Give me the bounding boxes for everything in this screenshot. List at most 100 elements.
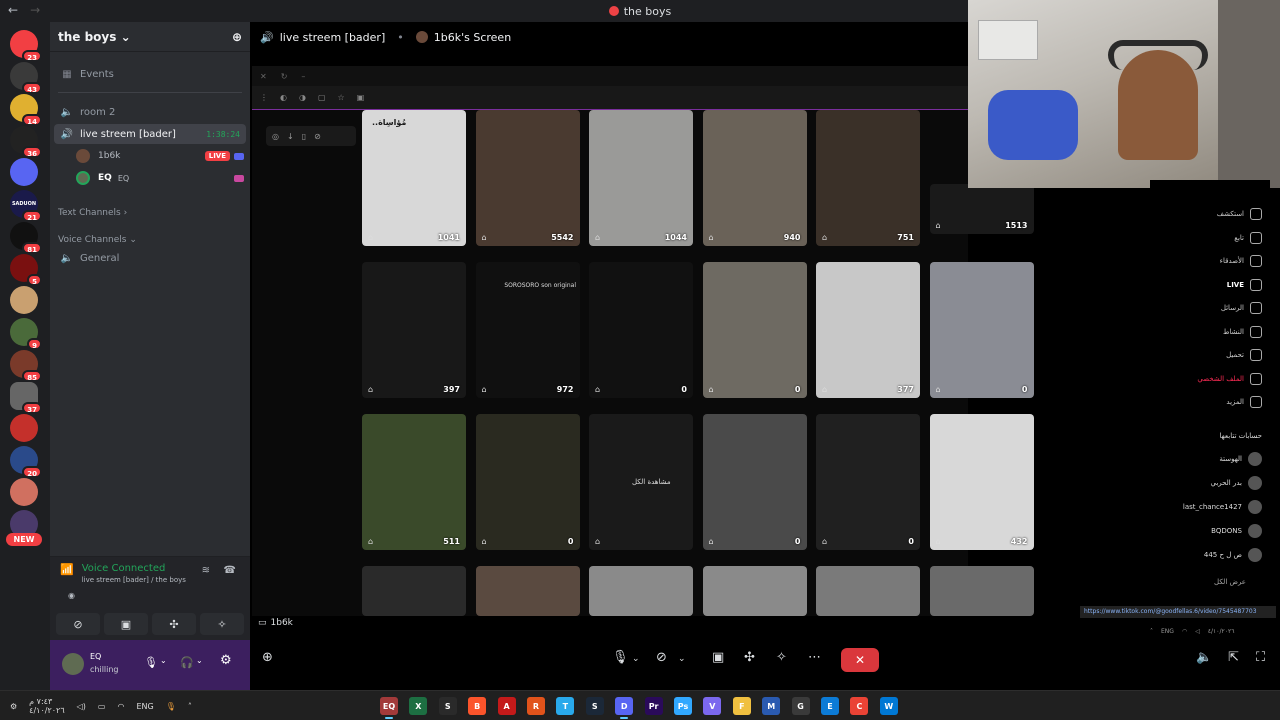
video-tile[interactable]: ⌂ 0 — [475, 414, 580, 550]
activities-button[interactable]: ✣ — [152, 613, 196, 635]
taskbar-app-icon[interactable]: EQ — [380, 697, 398, 719]
server-icon[interactable] — [10, 414, 38, 442]
taskbar-app-icon[interactable]: M — [762, 697, 781, 715]
server-icon[interactable]: 14 — [10, 94, 42, 126]
taskbar-app-icon[interactable]: G — [791, 697, 810, 715]
tiktok-nav-item[interactable]: استكشف — [1217, 208, 1262, 220]
category-text-channels[interactable]: Text Channels › — [58, 208, 127, 218]
mic-icon[interactable]: 🎙 — [612, 650, 629, 665]
soundboard-button[interactable]: ✧ — [200, 613, 244, 635]
video-tile[interactable]: ⌂ 1044 — [589, 110, 693, 246]
username[interactable]: EQ — [90, 652, 101, 661]
camera-off-icon[interactable]: ⊘ — [656, 650, 667, 665]
see-all-link[interactable]: عرض الكل — [1214, 578, 1246, 586]
voice-connected-label[interactable]: Voice Connected — [82, 563, 186, 574]
following-account[interactable]: الهوستة — [1219, 452, 1262, 466]
following-account[interactable]: BQDONS — [1211, 524, 1262, 538]
video-tile[interactable]: ⌂ 432 — [929, 414, 1034, 550]
taskbar-app-icon[interactable]: Pr — [644, 697, 663, 715]
tiktok-nav-item[interactable]: الرسائل — [1221, 302, 1262, 314]
gear-icon[interactable]: ⚙ — [220, 653, 232, 668]
voice-location[interactable]: live streem [bader] / the boys — [82, 576, 186, 584]
add-people-icon[interactable]: ⊕ — [262, 650, 273, 665]
video-tile[interactable]: ⌂ 397 — [362, 262, 466, 398]
soundboard-icon[interactable]: ◉ — [68, 591, 75, 600]
taskbar-app-icon[interactable]: S — [438, 697, 457, 715]
video-tile[interactable]: ⌂ 1513 — [929, 184, 1034, 234]
video-tile[interactable]: ⌂ 0 — [929, 262, 1034, 398]
tiktok-nav-item[interactable]: تحميل — [1226, 349, 1262, 361]
server-icon[interactable]: SADUON 21 — [10, 190, 42, 222]
pop-out-icon[interactable]: ⇱ — [1228, 650, 1239, 665]
soundboard-icon[interactable]: ✧ — [776, 650, 787, 665]
screen-share-icon[interactable]: ▣ — [712, 650, 724, 665]
taskbar-app-icon[interactable]: Ps — [674, 697, 692, 715]
forward-arrow-icon[interactable]: → — [30, 3, 40, 17]
video-tile[interactable]: ⌂ 511 — [362, 414, 466, 550]
chevron-down-icon[interactable]: ⌄ — [196, 656, 203, 665]
following-account[interactable]: بدر الحربي — [1211, 476, 1262, 490]
chevron-down-icon[interactable]: ⌄ — [678, 654, 686, 664]
mic-icon[interactable]: 🎙 — [166, 702, 176, 711]
server-icon[interactable]: 37 — [10, 382, 42, 414]
add-member-icon[interactable]: ⊕ — [232, 30, 242, 44]
taskbar-app-icon[interactable]: B — [468, 697, 487, 715]
server-icon[interactable]: 85 — [10, 350, 42, 382]
server-icon[interactable]: 81 — [10, 222, 42, 254]
server-icon[interactable]: 5 — [10, 254, 42, 286]
video-tile[interactable] — [816, 566, 920, 616]
voice-member-eq[interactable]: EQ EQ — [76, 169, 244, 187]
server-icon[interactable] — [10, 286, 38, 314]
activities-icon[interactable]: ✣ — [744, 650, 755, 665]
taskbar-app-icon[interactable]: D — [615, 697, 634, 719]
chevron-down-icon[interactable]: ⌄ — [160, 656, 167, 665]
mic-icon[interactable]: 🎙 — [144, 656, 158, 669]
video-tile[interactable]: ⌂ 0 — [816, 414, 920, 550]
server-icon[interactable]: 9 — [10, 318, 42, 350]
tiktok-nav-item[interactable]: النشاط — [1223, 325, 1262, 338]
video-tile[interactable]: ⌂ 0 — [589, 262, 693, 398]
stream-video[interactable]: ✕ ↻ – ⋮ ◐ ◑ ▢ ☆ ▣ ◎ ↓ ▯ ⊘ ⌂ 1041 ⌂ 5542 ⌂ 104… — [252, 66, 1034, 616]
volume-icon[interactable]: ◁) — [77, 702, 86, 711]
taskbar-app-icon[interactable]: E — [821, 697, 839, 715]
taskbar-app-icon[interactable]: R — [527, 697, 545, 715]
wifi-icon[interactable]: ◠ — [117, 702, 124, 711]
clock[interactable]: ٧:٤٣ م ٤/١٠/٢٠٢٦ — [29, 697, 64, 715]
server-icon[interactable]: 20 — [10, 446, 42, 478]
video-tile[interactable]: ⌂ 0 — [702, 262, 807, 398]
video-tile[interactable]: ⌂ 940 — [702, 110, 807, 246]
taskbar-app-icon[interactable]: S — [585, 697, 604, 715]
tiktok-nav-item[interactable]: الملف الشخصي — [1197, 372, 1262, 385]
tiktok-nav-item[interactable]: LIVE — [1227, 278, 1262, 291]
events-item[interactable]: ▦ Events — [54, 64, 246, 84]
server-icon[interactable] — [10, 478, 38, 506]
server-icon[interactable]: 23 — [10, 30, 42, 62]
video-tile[interactable]: ⌂ 5542 — [475, 110, 580, 246]
disconnect-icon[interactable]: ☎ — [224, 565, 236, 576]
chevron-down-icon[interactable]: ⌄ — [632, 654, 640, 664]
video-tile[interactable]: ⌂ 751 — [816, 110, 920, 246]
server-icon[interactable] — [10, 158, 38, 186]
language-label[interactable]: ENG — [136, 702, 153, 711]
channel-live-streem[interactable]: 🔊 live streem [bader] 1:38:24 — [54, 124, 246, 144]
video-tile[interactable]: ⌂ 377 — [816, 262, 920, 398]
voice-member-1b6k[interactable]: 1b6k LIVE — [76, 147, 244, 165]
server-icon[interactable]: 36 — [10, 126, 42, 158]
taskbar-app-icon[interactable]: V — [703, 697, 722, 715]
channel-general[interactable]: 🔈 General — [54, 248, 246, 268]
avatar[interactable] — [62, 653, 84, 675]
channel-room2[interactable]: 🔈 room 2 — [54, 102, 246, 122]
more-icon[interactable]: ⋯ — [808, 650, 821, 665]
category-voice-channels[interactable]: Voice Channels ⌄ — [58, 235, 137, 245]
video-tile[interactable]: ⌂ 1041 — [362, 110, 466, 246]
noise-suppression-icon[interactable]: ≋ — [202, 565, 210, 576]
taskbar-app-icon[interactable]: X — [409, 697, 428, 715]
taskbar-app-icon[interactable]: T — [556, 697, 575, 715]
volume-icon[interactable]: 🔈 — [1196, 650, 1212, 665]
tiktok-nav-item[interactable]: الأصدقاء — [1220, 255, 1262, 267]
tiktok-nav-item[interactable]: المزيد — [1226, 396, 1262, 408]
fullscreen-icon[interactable]: ⛶ — [1256, 650, 1265, 665]
taskbar-app-icon[interactable]: W — [879, 697, 898, 715]
video-tile[interactable]: ⌂ 0 — [702, 414, 807, 550]
following-account[interactable]: last_chance1427 — [1183, 500, 1262, 514]
